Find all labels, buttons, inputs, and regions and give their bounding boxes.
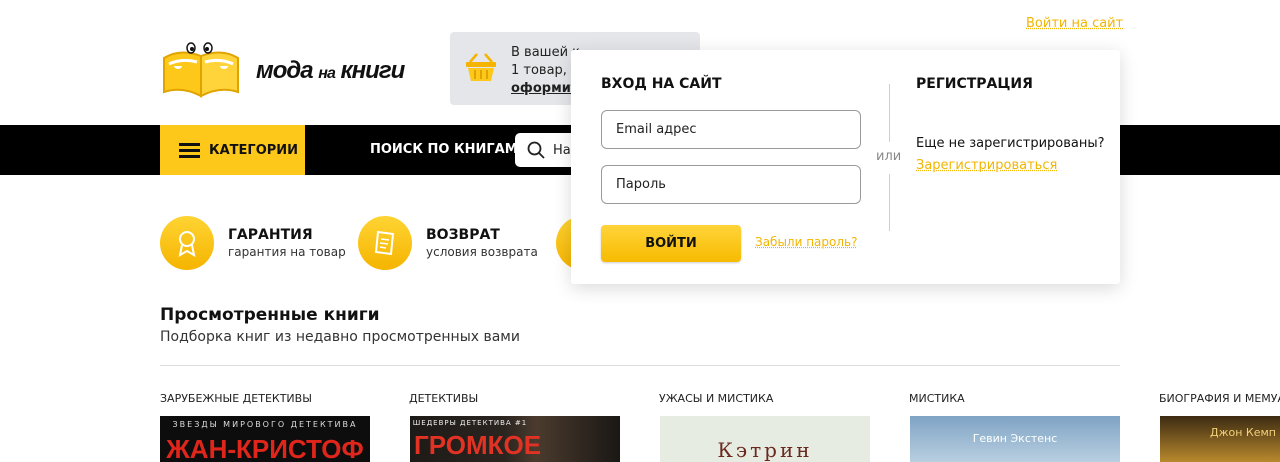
receipt-icon [358,216,412,270]
cover-author: Джон Кемп [1160,426,1280,439]
password-field[interactable] [601,165,861,204]
book-genre[interactable]: Детективы [409,392,478,405]
viewed-books-subtitle: Подборка книг из недавно просмотренных в… [160,329,520,345]
categories-label: КАТЕГОРИИ [209,143,298,158]
login-link[interactable]: Войти на сайт [1026,16,1123,31]
feature-guarantee[interactable]: ГАРАНТИЯ гарантия на товар [160,215,346,270]
book-mascot-icon [160,42,244,98]
cover-title: ЖАН-КРИСТОФ [160,434,370,462]
login-dropdown: ВХОД НА САЙТ ВОЙТИ Забыли пароль? или РЕ… [571,50,1120,284]
cover-series: ШЕДЕВРЫ ДЕТЕКТИВА #1 [410,419,530,427]
or-label: или [876,149,901,164]
book-cover[interactable]: Джон Кемп [1160,416,1280,462]
medal-icon [160,216,214,270]
site-logo[interactable]: мода на книги [160,40,430,100]
book-genre[interactable]: Биография и мемуа [1159,392,1280,405]
feature-subtitle: гарантия на товар [228,245,346,259]
registration-question: Еще не зарегистрированы? [916,136,1105,151]
password-input[interactable] [616,177,846,192]
registration-title: РЕГИСТРАЦИЯ [916,76,1033,92]
logo-wordmark: мода на книги [256,57,404,85]
book-cover[interactable]: ШЕДЕВРЫ ДЕТЕКТИВА #1 ГРОМКОЕ [410,416,620,462]
cover-title: Кэтрин [660,438,870,462]
viewed-books-title: Просмотренные книги [160,305,380,325]
search-label: ПОИСК ПО КНИГАМ [370,142,518,157]
cover-title: ГРОМКОЕ [414,430,532,461]
feature-title: ГАРАНТИЯ [228,227,346,243]
feature-title: ВОЗВРАТ [426,227,538,243]
divider [160,365,1120,366]
book-genre[interactable]: Зарубежные детективы [160,392,312,405]
cover-series: ЗВЕЗДЫ МИРОВОГО ДЕТЕКТИВА [160,420,370,429]
separator-line [889,174,890,231]
checkout-link[interactable]: оформит [511,80,580,98]
separator-line [889,84,890,142]
search-icon [527,141,545,159]
book-genre[interactable]: Мистика [909,392,965,405]
book-cover[interactable]: Гевин Экстенс [910,416,1120,462]
email-input[interactable] [616,122,846,137]
login-title: ВХОД НА САЙТ [601,76,722,92]
forgot-password-link[interactable]: Забыли пароль? [755,235,857,249]
book-genre[interactable]: Ужасы и мистика [659,392,773,405]
menu-icon [179,143,200,157]
register-link[interactable]: Зарегистрироваться [916,158,1057,173]
categories-button[interactable]: КАТЕГОРИИ [160,125,305,175]
feature-subtitle: условия возврата [426,245,538,259]
logo-word-1: мода [256,57,313,84]
feature-return[interactable]: ВОЗВРАТ условия возврата [358,215,538,270]
book-cover[interactable]: ЗВЕЗДЫ МИРОВОГО ДЕТЕКТИВА ЖАН-КРИСТОФ [160,416,370,462]
email-field[interactable] [601,110,861,149]
cart-text-1: В вашей к [511,44,580,62]
cart-text-2: 1 товар, н [511,62,580,80]
logo-word-3: книги [341,57,405,84]
book-cover[interactable]: Кэтрин [660,416,870,462]
basket-icon [464,52,498,82]
login-button[interactable]: ВОЙТИ [601,225,741,262]
cover-author: Гевин Экстенс [910,432,1120,445]
logo-word-2: на [318,65,335,82]
